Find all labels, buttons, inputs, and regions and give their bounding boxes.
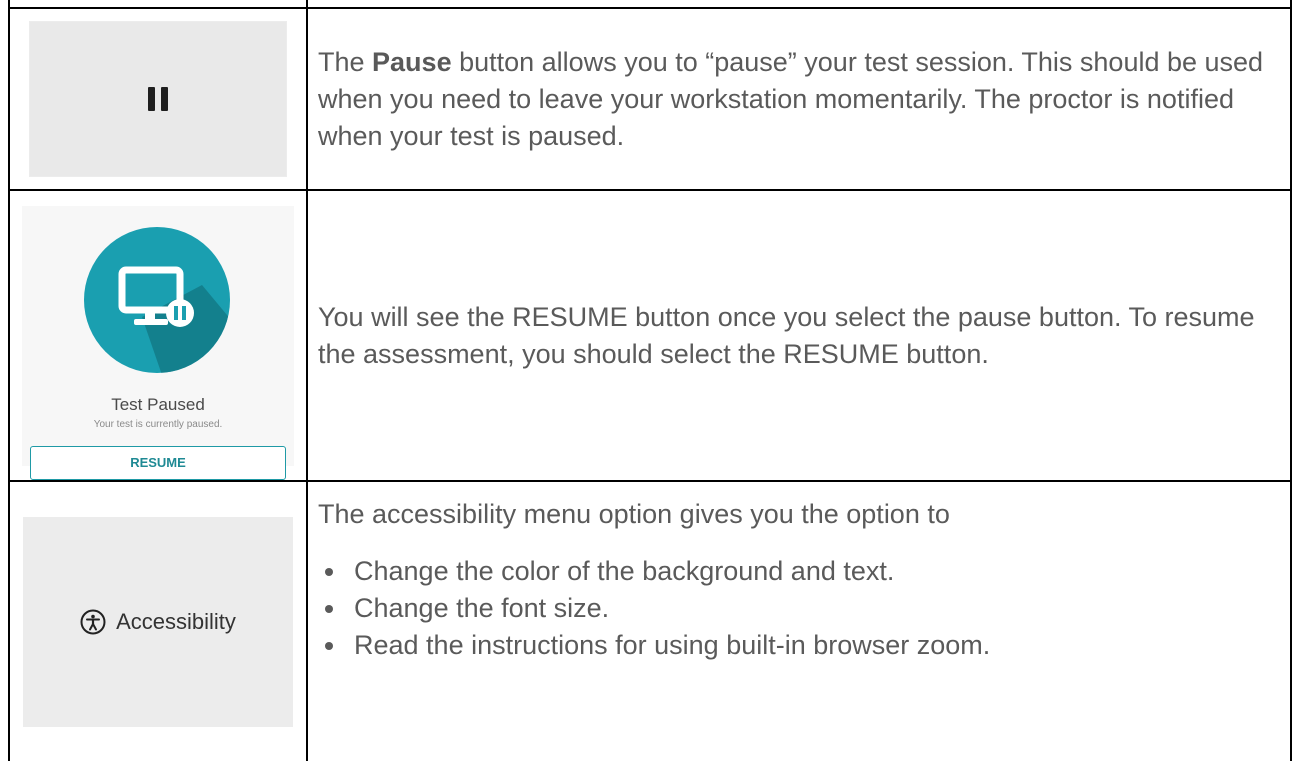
accessibility-intro: The accessibility menu option gives you … <box>318 499 950 529</box>
resume-image-cell: Test Paused Your test is currently pause… <box>8 189 308 482</box>
accessibility-menu-item[interactable]: Accessibility <box>23 516 293 727</box>
list-item: Read the instructions for using built-in… <box>348 627 1290 664</box>
pause-icon <box>148 87 168 111</box>
pause-description: The Pause button allows you to “pause” y… <box>318 46 1264 151</box>
accessibility-image-cell: Accessibility <box>8 480 308 761</box>
paused-subtitle: Your test is currently paused. <box>93 418 223 430</box>
resume-button[interactable]: RESUME <box>30 445 286 480</box>
accessibility-options-list: Change the color of the background and t… <box>318 553 1290 664</box>
accessibility-label: Accessibility <box>116 608 236 634</box>
table-top-stub <box>8 0 1292 9</box>
test-paused-card: Test Paused Your test is currently pause… <box>22 205 294 480</box>
pause-description-cell: The Pause button allows you to “pause” y… <box>306 7 1292 191</box>
accessibility-icon <box>80 609 106 634</box>
table-row-pause: The Pause button allows you to “pause” y… <box>8 7 1292 191</box>
pause-term: Pause <box>372 46 452 77</box>
resume-description: You will see the RESUME button once you … <box>318 301 1255 369</box>
resume-description-cell: You will see the RESUME button once you … <box>306 189 1292 482</box>
accessibility-description-cell: The accessibility menu option gives you … <box>306 480 1292 761</box>
table-row-resume: Test Paused Your test is currently pause… <box>8 189 1292 482</box>
table-row-accessibility: Accessibility The accessibility menu opt… <box>8 480 1292 761</box>
list-item: Change the color of the background and t… <box>348 553 1290 590</box>
pause-image-cell <box>8 7 308 191</box>
instruction-table: The Pause button allows you to “pause” y… <box>8 0 1292 761</box>
list-item: Change the font size. <box>348 590 1290 627</box>
pause-button[interactable] <box>29 21 287 177</box>
monitor-pause-icon <box>84 226 230 373</box>
paused-title: Test Paused <box>111 394 205 414</box>
